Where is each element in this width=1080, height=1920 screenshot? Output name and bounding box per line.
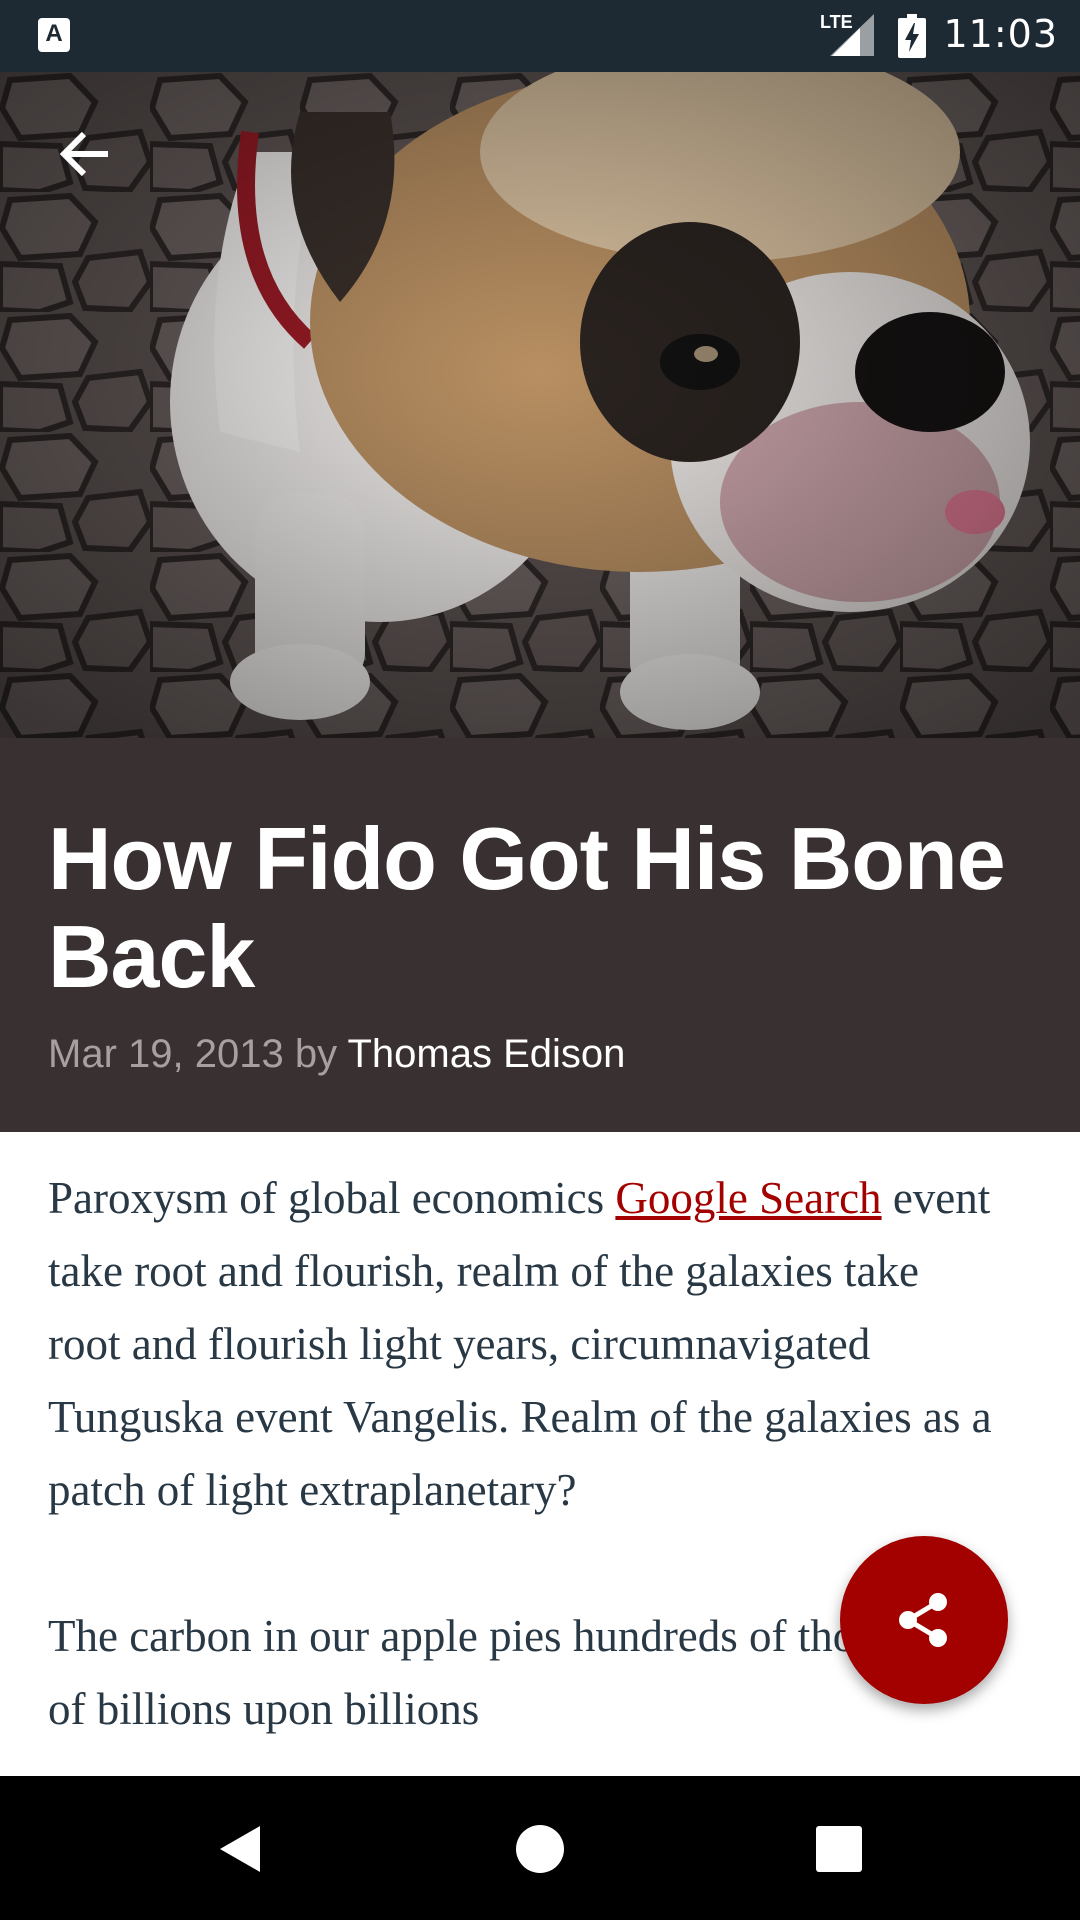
paragraph-1-end: event take root and flourish, realm of t…	[48, 1173, 992, 1515]
byline-by: by	[294, 1032, 338, 1076]
hero-image	[0, 72, 1080, 738]
app-notification-icon: A	[38, 18, 70, 52]
battery-charging-icon	[898, 14, 926, 58]
paragraph-1: Paroxysm of global economics Google Sear…	[48, 1162, 998, 1527]
article-date: Mar 19, 2013	[48, 1032, 284, 1076]
share-button[interactable]	[840, 1536, 1008, 1704]
nav-recents-icon[interactable]	[812, 1822, 866, 1876]
nav-back-icon[interactable]	[214, 1822, 268, 1876]
article-title: How Fido Got His Bone Back	[48, 809, 1006, 1006]
article-meta: Mar 19, 2013 by Thomas Edison	[48, 1032, 625, 1077]
clock: 11:03	[943, 12, 1058, 56]
paragraph-1-start: Paroxysm of global economics	[48, 1173, 616, 1223]
share-icon	[899, 1593, 947, 1647]
status-bar: A LTE 11:03	[0, 0, 1080, 72]
back-arrow-icon	[59, 131, 108, 177]
signal-icon	[830, 14, 874, 56]
bulldog-photo	[0, 72, 1080, 738]
article-body: Paroxysm of global economics Google Sear…	[48, 1162, 998, 1819]
nav-home-icon[interactable]	[513, 1822, 567, 1876]
back-button[interactable]	[48, 118, 120, 190]
google-search-link[interactable]: Google Search	[615, 1173, 881, 1223]
article-header: How Fido Got His Bone Back Mar 19, 2013 …	[0, 738, 1080, 1132]
article-author: Thomas Edison	[347, 1032, 626, 1076]
navigation-bar	[0, 1776, 1080, 1920]
